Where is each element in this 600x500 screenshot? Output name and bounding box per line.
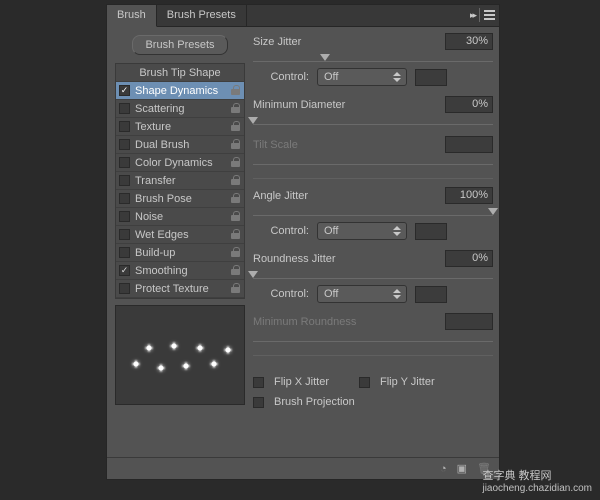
size-control-deg — [415, 69, 447, 86]
row-shape-dynamics[interactable]: Shape Dynamics — [116, 82, 244, 100]
lock-icon[interactable] — [231, 247, 240, 257]
checkbox-icon[interactable] — [119, 103, 130, 114]
min-diameter-value[interactable]: 0% — [445, 96, 493, 113]
toggle-preview-icon[interactable]: ◔ — [440, 463, 447, 475]
label-control: Control: — [253, 288, 309, 300]
label-control: Control: — [253, 225, 309, 237]
row-texture[interactable]: Texture — [116, 118, 244, 136]
row-brush-tip-shape[interactable]: Brush Tip Shape — [116, 64, 244, 82]
label-roundness-jitter: Roundness Jitter — [253, 253, 336, 265]
panel-tabbar: Brush Brush Presets — [107, 5, 499, 27]
checkbox-icon[interactable] — [119, 85, 130, 96]
lock-icon[interactable] — [231, 229, 240, 239]
label-angle-jitter: Angle Jitter — [253, 190, 308, 202]
lock-icon[interactable] — [231, 139, 240, 149]
checkbox-icon[interactable] — [119, 175, 130, 186]
watermark: 查字典 教程网 jiaocheng.chazidian.com — [482, 466, 592, 494]
collapse-icon[interactable] — [470, 9, 475, 21]
checkbox-icon[interactable] — [119, 193, 130, 204]
row-noise[interactable]: Noise — [116, 208, 244, 226]
slider-thumb-icon[interactable] — [488, 208, 498, 215]
row-color-dynamics[interactable]: Color Dynamics — [116, 154, 244, 172]
lock-icon[interactable] — [231, 103, 240, 113]
slider-thumb-icon[interactable] — [320, 54, 330, 61]
lock-icon[interactable] — [231, 121, 240, 131]
checkbox-icon[interactable] — [119, 121, 130, 132]
panel-menu-icon[interactable] — [484, 10, 495, 21]
tilt-scale-slider — [253, 156, 493, 168]
row-protect-texture[interactable]: Protect Texture — [116, 280, 244, 298]
angle-jitter-slider[interactable] — [253, 207, 493, 219]
slider-thumb-icon[interactable] — [248, 117, 258, 124]
roundness-jitter-slider[interactable] — [253, 270, 493, 282]
slider-thumb-icon[interactable] — [248, 271, 258, 278]
angle-control-deg — [415, 223, 447, 240]
size-jitter-slider[interactable] — [253, 53, 493, 65]
flip-y-jitter-checkbox[interactable]: Flip Y Jitter — [359, 376, 435, 388]
roundness-jitter-value[interactable]: 0% — [445, 250, 493, 267]
checkbox-icon[interactable] — [119, 229, 130, 240]
label-min-diameter: Minimum Diameter — [253, 99, 345, 111]
flip-x-jitter-checkbox[interactable]: Flip X Jitter — [253, 376, 329, 388]
checkbox-icon[interactable] — [119, 157, 130, 168]
label-tilt-scale: Tilt Scale — [253, 139, 298, 151]
size-jitter-value[interactable]: 30% — [445, 33, 493, 50]
lock-icon[interactable] — [231, 211, 240, 221]
label-size-jitter: Size Jitter — [253, 36, 301, 48]
roundness-control-dropdown[interactable]: Off — [317, 285, 407, 303]
checkbox-icon[interactable] — [119, 265, 130, 276]
tab-brush[interactable]: Brush — [107, 5, 157, 27]
lock-icon[interactable] — [231, 265, 240, 275]
brush-panel: Brush Brush Presets Brush Presets Brush … — [106, 4, 500, 480]
row-transfer[interactable]: Transfer — [116, 172, 244, 190]
checkbox-icon[interactable] — [119, 247, 130, 258]
checkbox-icon[interactable] — [253, 377, 264, 388]
checkbox-icon[interactable] — [119, 283, 130, 294]
brush-presets-button[interactable]: Brush Presets — [132, 35, 227, 55]
separator — [253, 355, 493, 356]
roundness-control-deg — [415, 286, 447, 303]
min-diameter-slider[interactable] — [253, 116, 493, 128]
lock-icon[interactable] — [231, 85, 240, 95]
lock-icon[interactable] — [231, 283, 240, 293]
label-min-roundness: Minimum Roundness — [253, 316, 356, 328]
brush-option-list: Brush Tip Shape Shape Dynamics Scatterin… — [115, 63, 245, 299]
shape-dynamics-settings: Size Jitter 30% Control: Off Minimum Diame… — [253, 31, 493, 453]
checkbox-icon[interactable] — [119, 139, 130, 150]
new-preset-icon[interactable]: ▣ — [457, 462, 467, 475]
checkbox-icon[interactable] — [253, 397, 264, 408]
angle-control-dropdown[interactable]: Off — [317, 222, 407, 240]
angle-jitter-value[interactable]: 100% — [445, 187, 493, 204]
brush-projection-checkbox[interactable]: Brush Projection — [253, 396, 493, 408]
size-control-dropdown[interactable]: Off — [317, 68, 407, 86]
row-dual-brush[interactable]: Dual Brush — [116, 136, 244, 154]
tilt-scale-value — [445, 136, 493, 153]
lock-icon[interactable] — [231, 175, 240, 185]
brush-options-sidebar: Brush Presets Brush Tip Shape Shape Dyna… — [115, 31, 245, 453]
lock-icon[interactable] — [231, 193, 240, 203]
label-control: Control: — [253, 71, 309, 83]
lock-icon[interactable] — [231, 157, 240, 167]
row-wet-edges[interactable]: Wet Edges — [116, 226, 244, 244]
checkbox-icon[interactable] — [119, 211, 130, 222]
min-roundness-slider — [253, 333, 493, 345]
min-roundness-value — [445, 313, 493, 330]
row-scattering[interactable]: Scattering — [116, 100, 244, 118]
separator — [253, 178, 493, 179]
tab-brush-presets[interactable]: Brush Presets — [157, 5, 247, 26]
row-build-up[interactable]: Build-up — [116, 244, 244, 262]
row-smoothing[interactable]: Smoothing — [116, 262, 244, 280]
divider — [479, 8, 480, 22]
row-brush-pose[interactable]: Brush Pose — [116, 190, 244, 208]
brush-preview — [115, 305, 245, 405]
panel-footer: ◔ ▣ 🗑 — [107, 457, 499, 479]
checkbox-icon[interactable] — [359, 377, 370, 388]
